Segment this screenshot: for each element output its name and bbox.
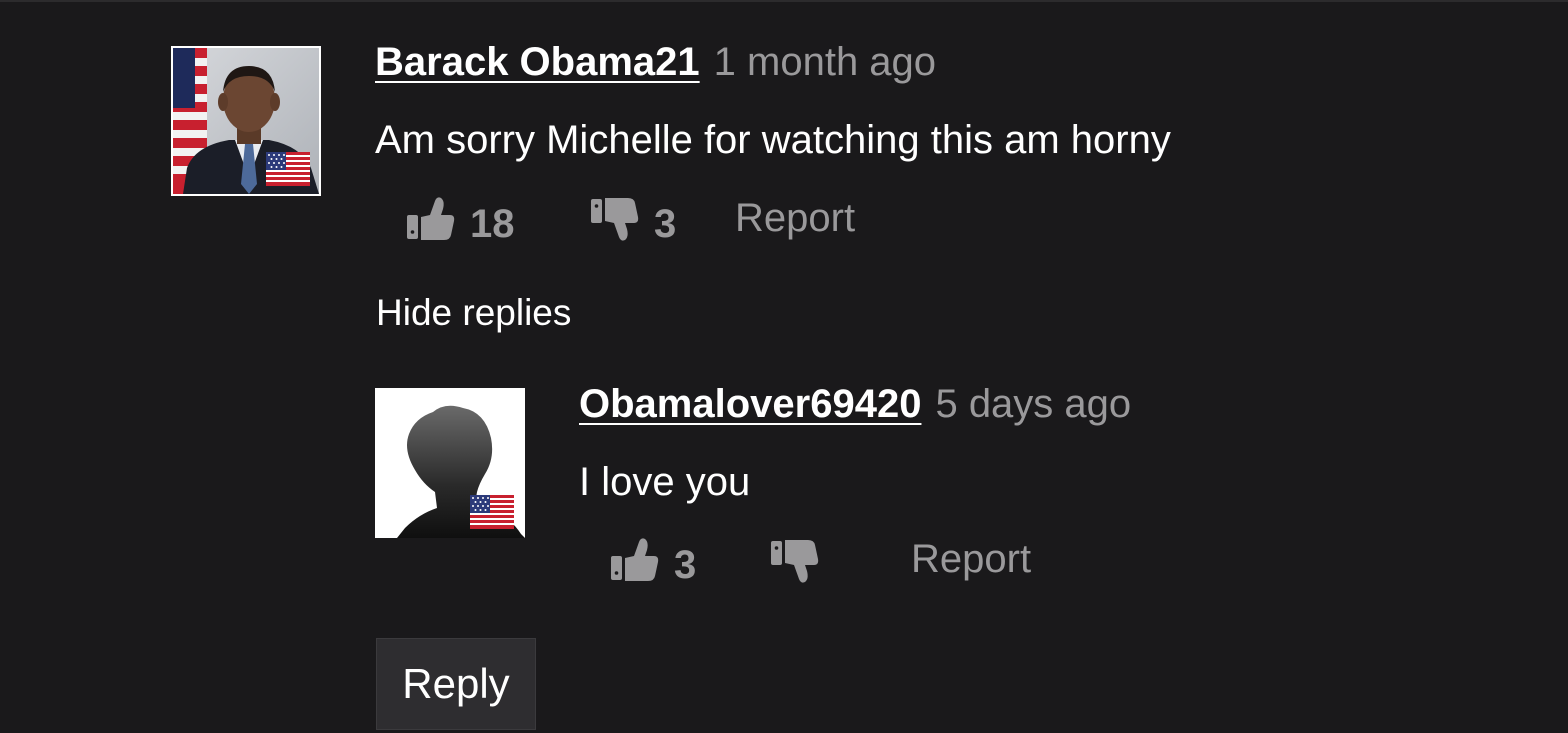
commenter-avatar[interactable] bbox=[171, 46, 321, 196]
reply-avatar[interactable] bbox=[375, 388, 525, 538]
thumbs-up-icon bbox=[610, 536, 660, 594]
hide-replies-link[interactable]: Hide replies bbox=[376, 292, 571, 334]
reply-text: I love you bbox=[579, 460, 751, 504]
us-flag-icon bbox=[266, 152, 310, 186]
comment-text: Am sorry Michelle for watching this am h… bbox=[375, 118, 1171, 162]
top-divider bbox=[0, 0, 1568, 2]
us-flag-icon bbox=[470, 495, 514, 529]
reply-timestamp: 5 days ago bbox=[935, 382, 1132, 426]
reply-like-count: 3 bbox=[674, 542, 697, 587]
reply-dislike-button[interactable] bbox=[770, 537, 820, 595]
comment-report-link[interactable]: Report bbox=[735, 196, 855, 241]
reply-report-link[interactable]: Report bbox=[911, 537, 1031, 582]
commenter-username-line: Barack Obama21 1 month ago bbox=[375, 40, 936, 85]
comment-timestamp: 1 month ago bbox=[713, 40, 937, 84]
thumbs-up-icon bbox=[406, 195, 456, 253]
reply-username-line: Obamalover69420 5 days ago bbox=[579, 382, 1131, 427]
comment-dislike-button[interactable]: 3 bbox=[590, 195, 676, 253]
thumbs-down-icon bbox=[590, 195, 640, 253]
comment-dislike-count: 3 bbox=[654, 201, 677, 246]
thumbs-down-icon bbox=[770, 537, 820, 595]
reply-button[interactable]: Reply bbox=[376, 638, 536, 730]
comment-like-count: 18 bbox=[470, 201, 515, 246]
commenter-username[interactable]: Barack Obama21 bbox=[375, 40, 700, 84]
reply-username[interactable]: Obamalover69420 bbox=[579, 382, 921, 426]
comment-like-button[interactable]: 18 bbox=[406, 195, 515, 253]
reply-like-button[interactable]: 3 bbox=[610, 536, 696, 594]
